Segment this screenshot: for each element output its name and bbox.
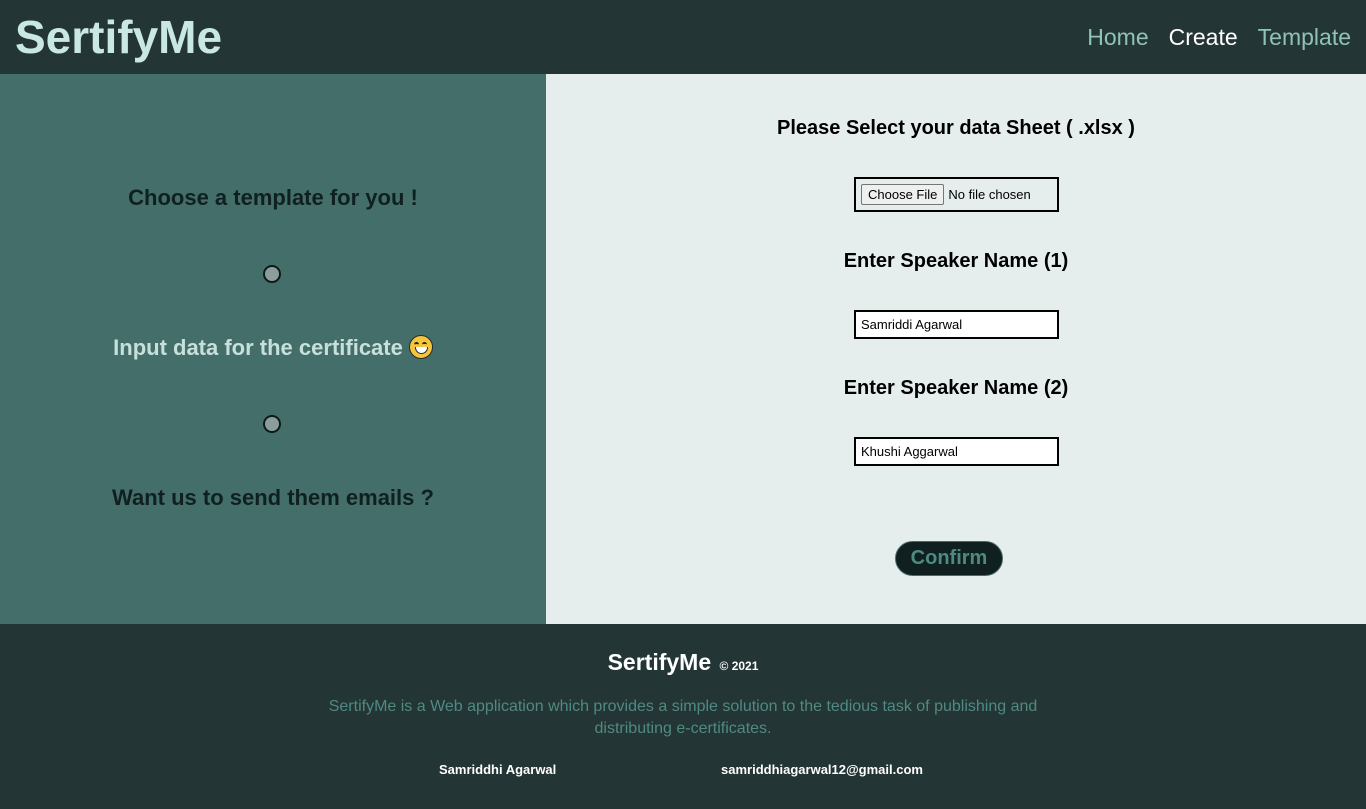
grinning-face-icon [408,335,433,359]
choose-file-button[interactable]: Choose File [861,184,945,205]
speaker2-label: Enter Speaker Name (2) [843,377,1069,399]
step-input-data-label: Input data for the certificate [113,335,403,360]
footer: SertifyMe © 2021 SertifyMe is a Web appl… [0,624,1366,809]
confirm-button[interactable]: Confirm [895,541,1003,576]
step-choose-template: Choose a template for you ! [128,185,418,210]
brand-logo[interactable]: SertifyMe [15,10,222,64]
file-input[interactable]: Choose File No file chosen [854,177,1059,212]
step-send-emails: Want us to send them emails ? [112,485,434,510]
footer-description: SertifyMe is a Web application which pro… [328,698,1038,737]
file-status: No file chosen [948,187,1031,202]
footer-copyright: © 2021 [719,659,759,673]
step-marker-1[interactable] [263,265,281,283]
top-nav-bar: SertifyMe Home Create Template [0,0,1366,74]
footer-email[interactable]: samriddhiagarwal12@gmail.com [721,761,923,779]
footer-title: SertifyMe © 2021 [0,647,1366,681]
nav-create[interactable]: Create [1169,22,1238,52]
sheet-label: Please Select your data Sheet ( .xlsx ) [777,117,1135,139]
nav-home[interactable]: Home [1087,22,1148,52]
nav-links: Home Create Template [1087,22,1351,52]
footer-brand: SertifyMe [607,649,712,675]
step-input-data: Input data for the certificate [0,333,546,363]
footer-author: Samriddhi Agarwal [439,762,557,777]
data-form: Please Select your data Sheet ( .xlsx ) … [546,74,1366,624]
speaker2-input[interactable] [854,437,1059,466]
speaker1-label: Enter Speaker Name (1) [843,250,1069,272]
speaker1-input[interactable] [854,310,1059,339]
steps-panel: Choose a template for you ! Input data f… [0,74,546,624]
step-marker-2[interactable] [263,415,281,433]
nav-template[interactable]: Template [1258,22,1351,52]
